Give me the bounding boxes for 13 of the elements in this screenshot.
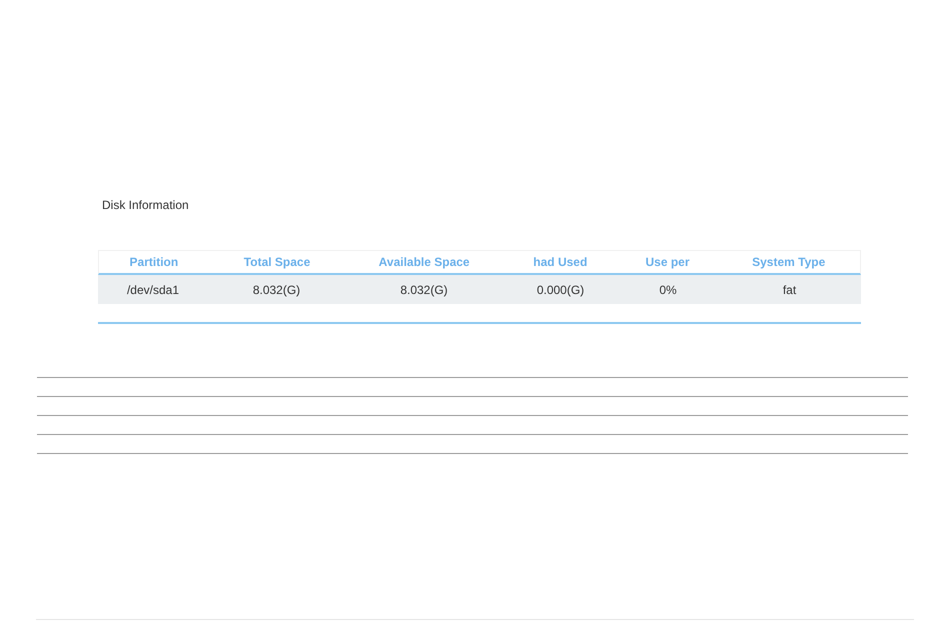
column-header: Use per — [644, 254, 691, 271]
table-cell-text: /dev/sda1 — [126, 282, 180, 298]
column-header: had Used — [532, 254, 588, 271]
column-header: Total Space — [242, 254, 312, 271]
table-cell-text: 8.032(G) — [399, 282, 449, 298]
table-cell-text: 8.032(G) — [252, 282, 302, 298]
column-header: Available Space — [378, 254, 471, 271]
column-header: System Type — [751, 254, 826, 271]
table-cell-text: 0% — [658, 282, 678, 298]
column-header: Partition — [128, 254, 180, 271]
section-title: Disk Information — [102, 198, 189, 212]
table-cell-text: fat — [782, 282, 798, 298]
table-cell-text: 0.000(G) — [536, 282, 586, 298]
